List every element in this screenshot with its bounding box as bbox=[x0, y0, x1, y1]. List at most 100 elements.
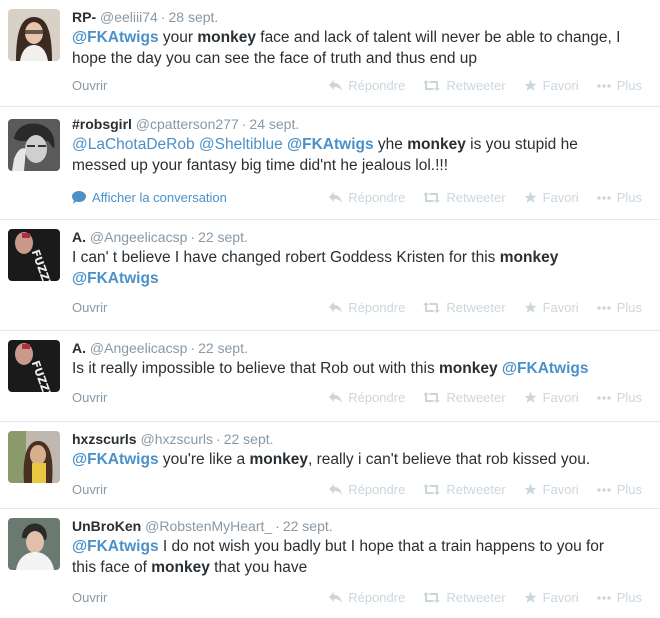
tweet-fullname[interactable]: #robsgirl bbox=[72, 116, 132, 132]
more-button[interactable]: Plus bbox=[597, 482, 642, 497]
tweet-timestamp[interactable]: 22 sept. bbox=[283, 518, 333, 534]
reply-icon bbox=[329, 192, 343, 203]
mention-link[interactable]: @LaChotaDeRob bbox=[72, 136, 195, 153]
more-icon bbox=[597, 305, 611, 310]
expand-link[interactable]: Ouvrir bbox=[72, 300, 107, 315]
tweet-fullname[interactable]: RP- bbox=[72, 9, 96, 25]
favorite-button[interactable]: Favori bbox=[524, 590, 579, 605]
tweet-timestamp[interactable]: 28 sept. bbox=[169, 9, 219, 25]
tweet[interactable]: UnBroKen @RobstenMyHeart_ · 22 sept. @FKAt… bbox=[0, 509, 660, 618]
star-icon bbox=[524, 79, 537, 91]
reply-button[interactable]: Répondre bbox=[329, 482, 405, 497]
tweet-fullname[interactable]: UnBroKen bbox=[72, 518, 141, 534]
tweet-text: Is it really impossible to believe that … bbox=[72, 360, 589, 377]
more-icon bbox=[597, 595, 611, 600]
mention-link[interactable]: @FKAtwigs bbox=[72, 29, 159, 46]
avatar[interactable]: FUZZY bbox=[8, 340, 60, 392]
expand-link[interactable]: Ouvrir bbox=[72, 78, 107, 93]
tweet-username[interactable]: @Angeelicacsp bbox=[90, 340, 188, 356]
reply-button[interactable]: Répondre bbox=[329, 590, 405, 605]
tweet-text: @FKAtwigs I do not wish you badly but I … bbox=[72, 538, 605, 576]
conversation-icon bbox=[72, 191, 86, 204]
tweet-timestamp[interactable]: 22 sept. bbox=[198, 340, 248, 356]
tweet[interactable]: FUZZY A. @Angeelicacsp · 22 sept. Is it re… bbox=[0, 331, 660, 422]
reply-icon bbox=[329, 484, 343, 495]
tweet-actions: Répondre Retweeter Favori Plus bbox=[311, 482, 642, 497]
tweet-text: @FKAtwigs you're like a monkey, really i… bbox=[72, 451, 591, 468]
more-button[interactable]: Plus bbox=[597, 300, 642, 315]
reply-icon bbox=[329, 302, 343, 313]
more-button[interactable]: Plus bbox=[597, 78, 642, 93]
retweet-button[interactable]: Retweeter bbox=[423, 78, 506, 93]
retweet-icon bbox=[423, 302, 441, 313]
retweet-icon bbox=[423, 484, 441, 495]
retweet-button[interactable]: Retweeter bbox=[423, 190, 506, 205]
tweet[interactable]: hxzscurls @hxzscurls · 22 sept. @FKAtwigs … bbox=[0, 422, 660, 509]
tweet-username[interactable]: @hxzscurls bbox=[140, 431, 213, 447]
favorite-button[interactable]: Favori bbox=[524, 300, 579, 315]
tweet-footer: Ouvrir Répondre Retweeter Favori Plus bbox=[72, 482, 642, 497]
more-button[interactable]: Plus bbox=[597, 590, 642, 605]
reply-button[interactable]: Répondre bbox=[329, 190, 405, 205]
tweet-fullname[interactable]: hxzscurls bbox=[72, 431, 137, 447]
tweet[interactable]: #robsgirl @cpatterson277 · 24 sept. @LaCho… bbox=[0, 107, 660, 220]
mention-link[interactable]: @FKAtwigs bbox=[502, 360, 589, 377]
favorite-button[interactable]: Favori bbox=[524, 482, 579, 497]
tweet-text: I can' t believe I have changed robert G… bbox=[72, 249, 559, 287]
show-conversation-link[interactable]: Afficher la conversation bbox=[72, 190, 227, 205]
favorite-button[interactable]: Favori bbox=[524, 190, 579, 205]
avatar[interactable] bbox=[8, 431, 60, 483]
mention-link[interactable]: @Sheltiblue bbox=[199, 136, 283, 153]
tweet-fullname[interactable]: A. bbox=[72, 229, 86, 245]
avatar[interactable]: FUZZY bbox=[8, 229, 60, 281]
star-icon bbox=[524, 591, 537, 603]
retweet-icon bbox=[423, 392, 441, 403]
more-button[interactable]: Plus bbox=[597, 390, 642, 405]
tweet-username[interactable]: @RobstenMyHeart_ bbox=[145, 518, 272, 534]
expand-link[interactable]: Ouvrir bbox=[72, 390, 107, 405]
tweet-actions: Répondre Retweeter Favori Plus bbox=[311, 590, 642, 605]
tweet-footer: Ouvrir Répondre Retweeter Favori Plus bbox=[72, 78, 642, 93]
mention-link[interactable]: @FKAtwigs bbox=[72, 270, 159, 287]
more-button[interactable]: Plus bbox=[597, 190, 642, 205]
tweet-username[interactable]: @cpatterson277 bbox=[136, 116, 239, 132]
reply-button[interactable]: Répondre bbox=[329, 78, 405, 93]
tweet-fullname[interactable]: A. bbox=[72, 340, 86, 356]
star-icon bbox=[524, 483, 537, 495]
expand-link[interactable]: Ouvrir bbox=[72, 482, 107, 497]
star-icon bbox=[524, 391, 537, 403]
retweet-button[interactable]: Retweeter bbox=[423, 390, 506, 405]
mention-link[interactable]: @FKAtwigs bbox=[72, 538, 159, 555]
tweet-actions: Répondre Retweeter Favori Plus bbox=[311, 300, 642, 315]
tweet-actions: Répondre Retweeter Favori Plus bbox=[311, 190, 642, 205]
star-icon bbox=[524, 191, 537, 203]
tweet-username[interactable]: @eeliii74 bbox=[100, 9, 158, 25]
more-icon bbox=[597, 83, 611, 88]
mention-link[interactable]: @FKAtwigs bbox=[287, 136, 374, 153]
reply-button[interactable]: Répondre bbox=[329, 390, 405, 405]
tweet[interactable]: FUZZY A. @Angeelicacsp · 22 sept. I can' t… bbox=[0, 220, 660, 331]
mention-link[interactable]: @FKAtwigs bbox=[72, 451, 159, 468]
reply-icon bbox=[329, 80, 343, 91]
tweet-actions: Répondre Retweeter Favori Plus bbox=[311, 78, 642, 93]
tweet-timestamp[interactable]: 22 sept. bbox=[198, 229, 248, 245]
expand-link[interactable]: Ouvrir bbox=[72, 590, 107, 605]
retweet-button[interactable]: Retweeter bbox=[423, 590, 506, 605]
avatar[interactable] bbox=[8, 518, 60, 570]
reply-icon bbox=[329, 592, 343, 603]
tweet-timestamp[interactable]: 22 sept. bbox=[224, 431, 274, 447]
tweet-text: @LaChotaDeRob @Sheltiblue @FKAtwigs yhe … bbox=[72, 136, 578, 174]
avatar[interactable] bbox=[8, 119, 60, 171]
favorite-button[interactable]: Favori bbox=[524, 78, 579, 93]
tweet-timestamp[interactable]: 24 sept. bbox=[249, 116, 299, 132]
tweet-footer: Ouvrir Répondre Retweeter Favori Plus bbox=[72, 390, 642, 405]
reply-button[interactable]: Répondre bbox=[329, 300, 405, 315]
more-icon bbox=[597, 395, 611, 400]
avatar[interactable] bbox=[8, 9, 60, 61]
favorite-button[interactable]: Favori bbox=[524, 390, 579, 405]
tweet-username[interactable]: @Angeelicacsp bbox=[90, 229, 188, 245]
retweet-button[interactable]: Retweeter bbox=[423, 300, 506, 315]
tweet-footer: Ouvrir Répondre Retweeter Favori Plus bbox=[72, 590, 642, 605]
tweet[interactable]: RP- @eeliii74 · 28 sept. @FKAtwigs your mo… bbox=[0, 0, 660, 107]
retweet-button[interactable]: Retweeter bbox=[423, 482, 506, 497]
